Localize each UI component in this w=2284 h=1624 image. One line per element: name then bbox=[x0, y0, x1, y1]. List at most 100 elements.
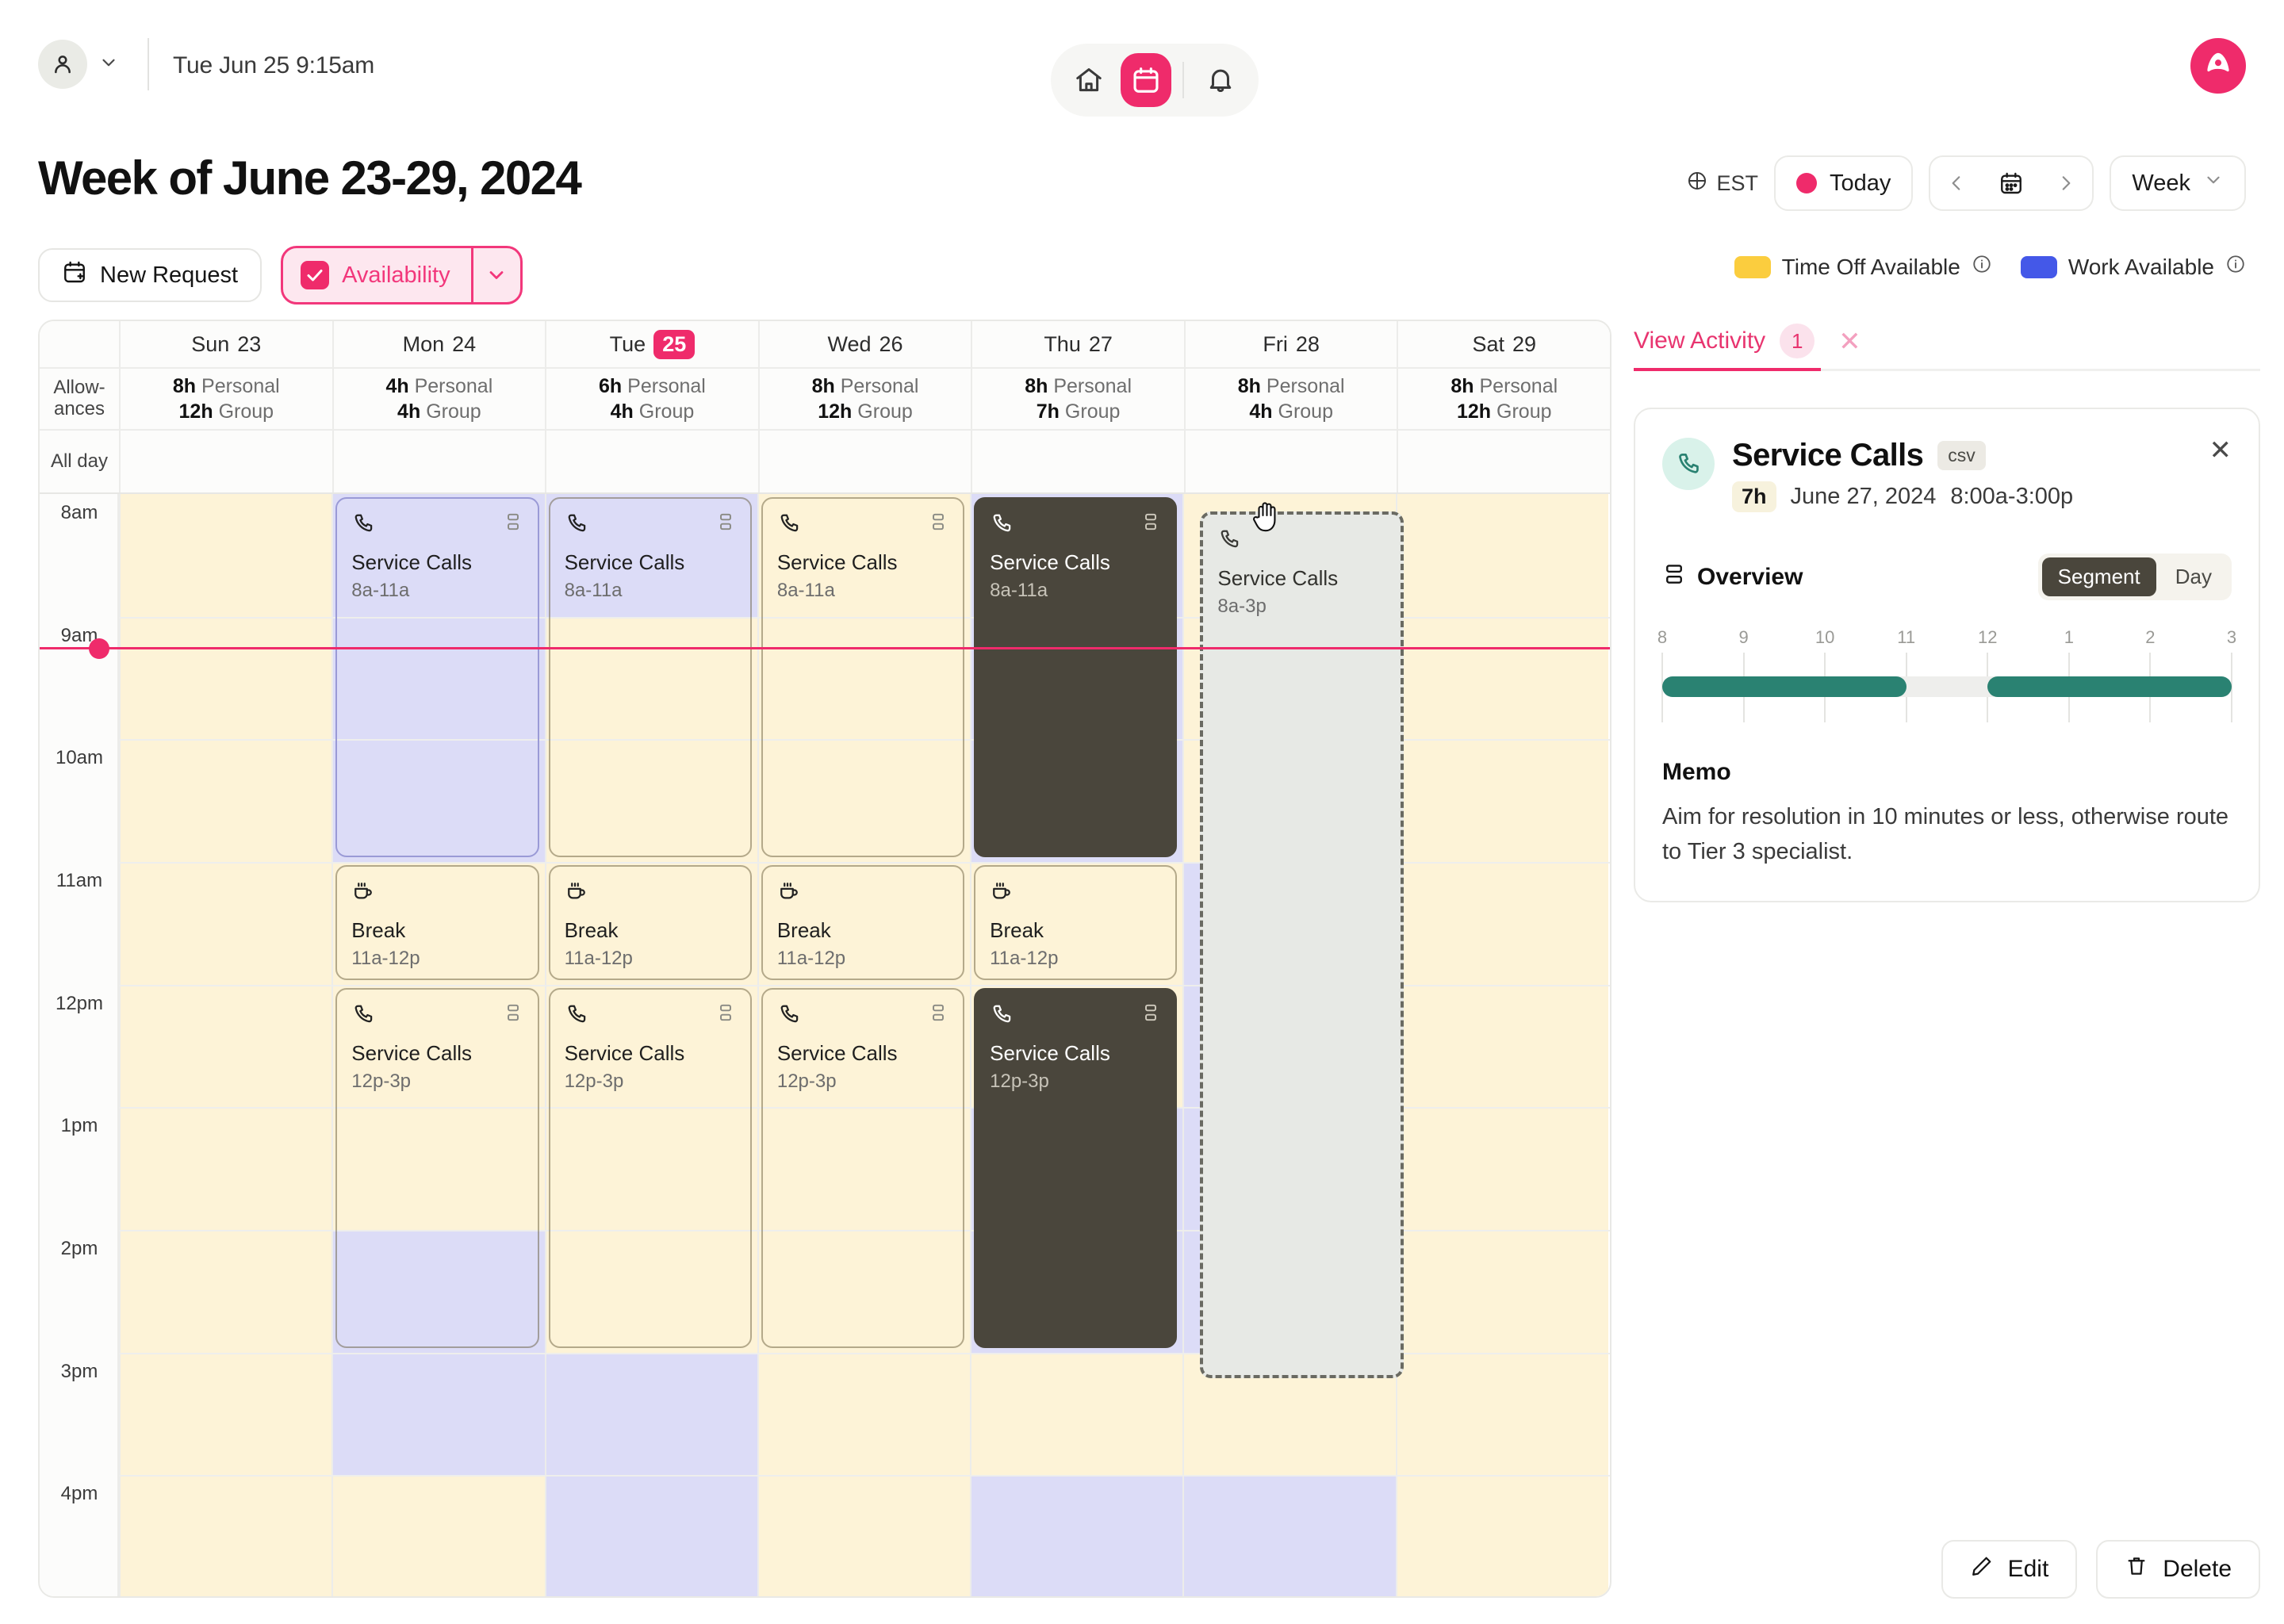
event-time: 8a-11a bbox=[776, 580, 835, 601]
event-time: 8a-11a bbox=[990, 580, 1048, 601]
timeline-tick-label: 10 bbox=[1815, 627, 1835, 647]
calendar-event[interactable]: Service Calls 12p-3p bbox=[335, 987, 539, 1348]
allowance-personal-value: 8h bbox=[1025, 375, 1048, 397]
split-icon[interactable] bbox=[503, 511, 523, 536]
calendar-event[interactable]: Service Calls 8a-11a bbox=[761, 497, 965, 857]
toggle-option-segment[interactable]: Segment bbox=[2041, 557, 2156, 596]
phone-icon bbox=[1217, 527, 1241, 555]
calendar-event[interactable]: Service Calls 12p-3p bbox=[761, 987, 965, 1348]
toggle-option-day[interactable]: Day bbox=[2159, 557, 2228, 596]
today-badge: 25 bbox=[653, 329, 696, 359]
calendar-event[interactable]: Service Calls 8a-11a bbox=[335, 497, 539, 857]
calendar-event[interactable]: Break 11a-12p bbox=[335, 865, 539, 980]
legend-label-time-off: Time Off Available bbox=[1781, 254, 1960, 279]
date-picker-button[interactable] bbox=[1983, 170, 2040, 196]
day-header-sat[interactable]: Sat 29 bbox=[1397, 321, 1610, 367]
all-day-cell[interactable] bbox=[1397, 431, 1610, 492]
allowance-personal-label: Personal bbox=[1053, 375, 1132, 397]
calendar-event[interactable]: Break 11a-12p bbox=[761, 865, 965, 980]
tab-view-activity[interactable]: View Activity 1 bbox=[1634, 314, 1822, 371]
current-datetime: Tue Jun 25 9:15am bbox=[173, 52, 374, 79]
checkbox-checked-icon bbox=[301, 261, 330, 289]
all-day-cell[interactable] bbox=[971, 431, 1184, 492]
all-day-cell[interactable] bbox=[545, 431, 758, 492]
time-label: 11am bbox=[56, 870, 103, 891]
availability-button[interactable]: Availability bbox=[283, 248, 470, 302]
split-icon[interactable] bbox=[1140, 1002, 1161, 1027]
allowance-personal-label: Personal bbox=[1266, 375, 1345, 397]
all-day-cell[interactable] bbox=[331, 431, 546, 492]
allowance-group-value: 4h bbox=[397, 400, 421, 423]
day-header-mon[interactable]: Mon 24 bbox=[331, 321, 546, 367]
coffee-icon bbox=[565, 879, 588, 907]
calendar-event[interactable]: Service Calls 12p-3p bbox=[548, 987, 752, 1348]
all-day-cell[interactable] bbox=[1183, 431, 1397, 492]
allowance-personal-value: 8h bbox=[811, 375, 835, 397]
day-header-sun[interactable]: Sun 23 bbox=[119, 321, 332, 367]
delete-button[interactable]: Delete bbox=[2096, 1540, 2260, 1599]
time-label: 4pm bbox=[60, 1483, 98, 1505]
info-icon[interactable] bbox=[2225, 254, 2246, 280]
prev-period-button[interactable] bbox=[1930, 173, 1983, 193]
panel-close-icon[interactable]: ✕ bbox=[1838, 326, 1861, 358]
dragging-event-ghost[interactable]: Service Calls 8a-3p bbox=[1200, 511, 1404, 1378]
nav-calendar-button[interactable] bbox=[1121, 53, 1172, 107]
tab-view-activity-label: View Activity bbox=[1634, 327, 1766, 354]
split-icon[interactable] bbox=[928, 1002, 948, 1027]
day-num: 27 bbox=[1088, 331, 1113, 356]
coffee-icon bbox=[351, 879, 375, 907]
new-request-button[interactable]: New Request bbox=[38, 248, 263, 302]
split-icon[interactable] bbox=[715, 511, 736, 536]
legend-label-work: Work Available bbox=[2067, 254, 2214, 279]
day-header-wed[interactable]: Wed 26 bbox=[757, 321, 971, 367]
allowance-personal-value: 8h bbox=[172, 375, 197, 397]
today-button[interactable]: Today bbox=[1774, 155, 1914, 211]
allowance-group-label: Group bbox=[1064, 400, 1121, 423]
edit-label: Edit bbox=[2007, 1556, 2049, 1582]
all-day-cell[interactable] bbox=[757, 431, 971, 492]
legend-swatch-work bbox=[2020, 255, 2057, 278]
day-dow: Wed bbox=[827, 331, 872, 356]
allowance-group-value: 7h bbox=[1036, 400, 1060, 423]
user-menu[interactable] bbox=[38, 40, 119, 89]
event-time: 11a-12p bbox=[564, 948, 633, 969]
primary-nav bbox=[1051, 44, 1259, 117]
availability-dropdown-toggle[interactable] bbox=[470, 248, 520, 302]
detail-title: Service Calls bbox=[1732, 438, 1924, 473]
calendar-event[interactable]: Service Calls 8a-11a bbox=[548, 497, 752, 857]
timeline-tick-label: 3 bbox=[2226, 627, 2237, 647]
calendar-event[interactable]: Service Calls 8a-11a bbox=[974, 497, 1178, 857]
nav-home-button[interactable] bbox=[1063, 53, 1114, 107]
allowance-cell-thu: 8h Personal 7h Group bbox=[971, 369, 1184, 429]
view-select[interactable]: Week bbox=[2110, 155, 2246, 211]
calendar-event[interactable]: Break 11a-12p bbox=[974, 865, 1178, 980]
calendar-event[interactable]: Service Calls 12p-3p bbox=[974, 987, 1178, 1348]
calendar-event[interactable]: Break 11a-12p bbox=[548, 865, 752, 980]
next-period-button[interactable] bbox=[2040, 173, 2092, 193]
all-day-cell[interactable] bbox=[119, 431, 332, 492]
edit-button[interactable]: Edit bbox=[1941, 1540, 2078, 1599]
allowance-cell-wed: 8h Personal 12h Group bbox=[757, 369, 971, 429]
split-icon[interactable] bbox=[928, 511, 948, 536]
day-header-fri[interactable]: Fri 28 bbox=[1183, 321, 1397, 367]
split-icon[interactable] bbox=[1140, 511, 1161, 536]
allowances-label: Allow-ances bbox=[53, 377, 105, 419]
day-dow: Fri bbox=[1263, 331, 1288, 356]
nav-notifications-button[interactable] bbox=[1195, 53, 1246, 107]
allowance-personal-value: 4h bbox=[385, 375, 409, 397]
phone-icon bbox=[565, 1002, 588, 1030]
allowance-group-label: Group bbox=[1496, 400, 1552, 423]
event-title: Service Calls bbox=[776, 550, 898, 574]
split-icon[interactable] bbox=[715, 1002, 736, 1027]
calendar-plus-icon bbox=[62, 259, 87, 291]
timeline-tick-label: 8 bbox=[1657, 627, 1668, 647]
day-header-tue[interactable]: Tue 25 bbox=[545, 321, 758, 367]
account-avatar-icon[interactable] bbox=[2190, 38, 2246, 94]
allowance-group-value: 12h bbox=[818, 400, 853, 423]
memo-label: Memo bbox=[1662, 759, 1731, 785]
info-icon[interactable] bbox=[1972, 254, 1992, 280]
card-close-icon[interactable]: ✕ bbox=[2209, 435, 2232, 466]
day-header-thu[interactable]: Thu 27 bbox=[971, 321, 1184, 367]
split-icon[interactable] bbox=[503, 1002, 523, 1027]
allowance-group-value: 12h bbox=[178, 400, 213, 423]
